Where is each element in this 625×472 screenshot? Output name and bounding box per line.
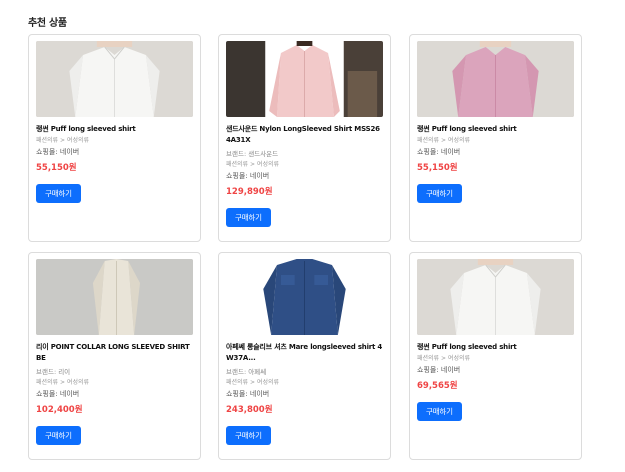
buy-button[interactable]: 구매하기 (417, 402, 462, 421)
product-mall: 쇼핑몰: 네이버 (417, 366, 461, 374)
product-card: 샌드사운드 Nylon LongSleeved Shirt MSS264A31X… (218, 34, 391, 242)
product-price: 102,400원 (36, 405, 83, 415)
product-image[interactable] (226, 259, 383, 335)
product-image[interactable] (417, 259, 574, 335)
product-card: 아페쎄 롱슬리브 셔츠 Mare longsleeved shirt 4W37A… (218, 252, 391, 460)
product-name[interactable]: 랭썬 Puff long sleeved shirt (417, 342, 574, 353)
product-category: 패션의류 > 여성의류 (417, 137, 471, 144)
product-brand: 브랜드: 아페쎄 (226, 368, 267, 376)
product-category: 패션의류 > 여성의류 (36, 137, 90, 144)
product-price: 55,150원 (417, 163, 458, 173)
product-category: 패션의류 > 여성의류 (226, 161, 280, 168)
product-image[interactable] (226, 41, 383, 117)
buy-button[interactable]: 구매하기 (36, 184, 81, 203)
product-name[interactable]: 아페쎄 롱슬리브 셔츠 Mare longsleeved shirt 4W37A… (226, 342, 383, 364)
product-mall: 쇼핑몰: 네이버 (36, 148, 80, 156)
product-name[interactable]: 랭썬 Puff long sleeved shirt (417, 124, 574, 135)
product-name[interactable]: 리이 POINT COLLAR LONG SLEEVED SHIRT BE (36, 342, 193, 364)
product-price: 69,565원 (417, 381, 458, 391)
product-price: 55,150원 (36, 163, 77, 173)
product-card: 리이 POINT COLLAR LONG SLEEVED SHIRT BE 브랜… (28, 252, 201, 460)
buy-button[interactable]: 구매하기 (226, 208, 271, 227)
buy-button[interactable]: 구매하기 (226, 426, 271, 445)
buy-button[interactable]: 구매하기 (36, 426, 81, 445)
product-name[interactable]: 샌드사운드 Nylon LongSleeved Shirt MSS264A31X (226, 124, 383, 146)
product-price: 129,890원 (226, 187, 273, 197)
product-card: 랭썬 Puff long sleeved shirt 패션의류 > 여성의류 쇼… (409, 34, 582, 242)
product-card: 랭썬 Puff long sleeved shirt 패션의류 > 여성의류 쇼… (28, 34, 201, 242)
product-image[interactable] (417, 41, 574, 117)
product-mall: 쇼핑몰: 네이버 (417, 148, 461, 156)
buy-button[interactable]: 구매하기 (417, 184, 462, 203)
product-name[interactable]: 랭썬 Puff long sleeved shirt (36, 124, 193, 135)
product-image[interactable] (36, 41, 193, 117)
product-brand: 브랜드: 리이 (36, 368, 71, 376)
product-mall: 쇼핑몰: 네이버 (226, 172, 270, 180)
product-card: 랭썬 Puff long sleeved shirt 패션의류 > 여성의류 쇼… (409, 252, 582, 460)
product-category: 패션의류 > 여성의류 (226, 379, 280, 386)
product-price: 243,800원 (226, 405, 273, 415)
section-title: 추천 상품 (28, 18, 67, 29)
product-category: 패션의류 > 여성의류 (417, 355, 471, 362)
product-mall: 쇼핑몰: 네이버 (226, 390, 270, 398)
product-brand: 브랜드: 샌드사운드 (226, 150, 279, 158)
product-mall: 쇼핑몰: 네이버 (36, 390, 80, 398)
product-category: 패션의류 > 여성의류 (36, 379, 90, 386)
product-image[interactable] (36, 259, 193, 335)
